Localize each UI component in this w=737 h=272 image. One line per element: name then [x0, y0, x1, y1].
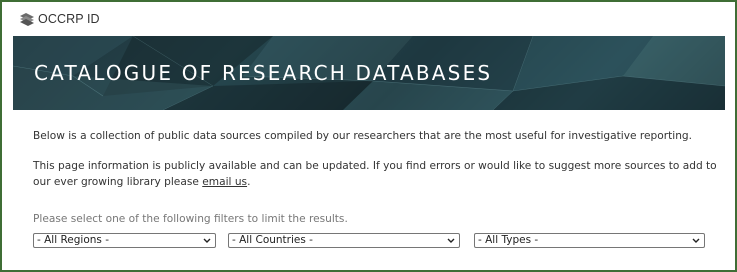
intro-paragraph-2: This page information is publicly availa… [33, 158, 733, 190]
email-us-link[interactable]: email us [202, 176, 247, 188]
chevron-down-icon [447, 238, 455, 243]
intro-paragraph-1: Below is a collection of public data sou… [33, 130, 693, 142]
page-frame: OCCRP ID CATALOGUE OF RESEARCH DATABASES… [0, 0, 737, 272]
country-filter-select[interactable]: - All Countries - [228, 233, 460, 248]
region-filter-value: - All Regions - [37, 234, 110, 246]
type-filter-select[interactable]: - All Types - [474, 233, 705, 248]
hero-banner: CATALOGUE OF RESEARCH DATABASES [13, 36, 725, 110]
region-filter-select[interactable]: - All Regions - [33, 233, 216, 248]
page-title: CATALOGUE OF RESEARCH DATABASES [34, 61, 493, 85]
occrp-logo-icon [19, 12, 35, 26]
country-filter-value: - All Countries - [232, 234, 313, 246]
type-filter-value: - All Types - [478, 234, 539, 246]
chevron-down-icon [692, 238, 700, 243]
intro-paragraph-2-end: . [247, 176, 251, 188]
occrp-logo[interactable]: OCCRP ID [19, 11, 100, 27]
chevron-down-icon [203, 238, 211, 243]
logo-text: OCCRP ID [38, 12, 100, 26]
intro-paragraph-2-text: This page information is publicly availa… [33, 160, 717, 188]
top-bar: OCCRP ID [2, 2, 735, 36]
filter-instructions: Please select one of the following filte… [33, 213, 348, 225]
